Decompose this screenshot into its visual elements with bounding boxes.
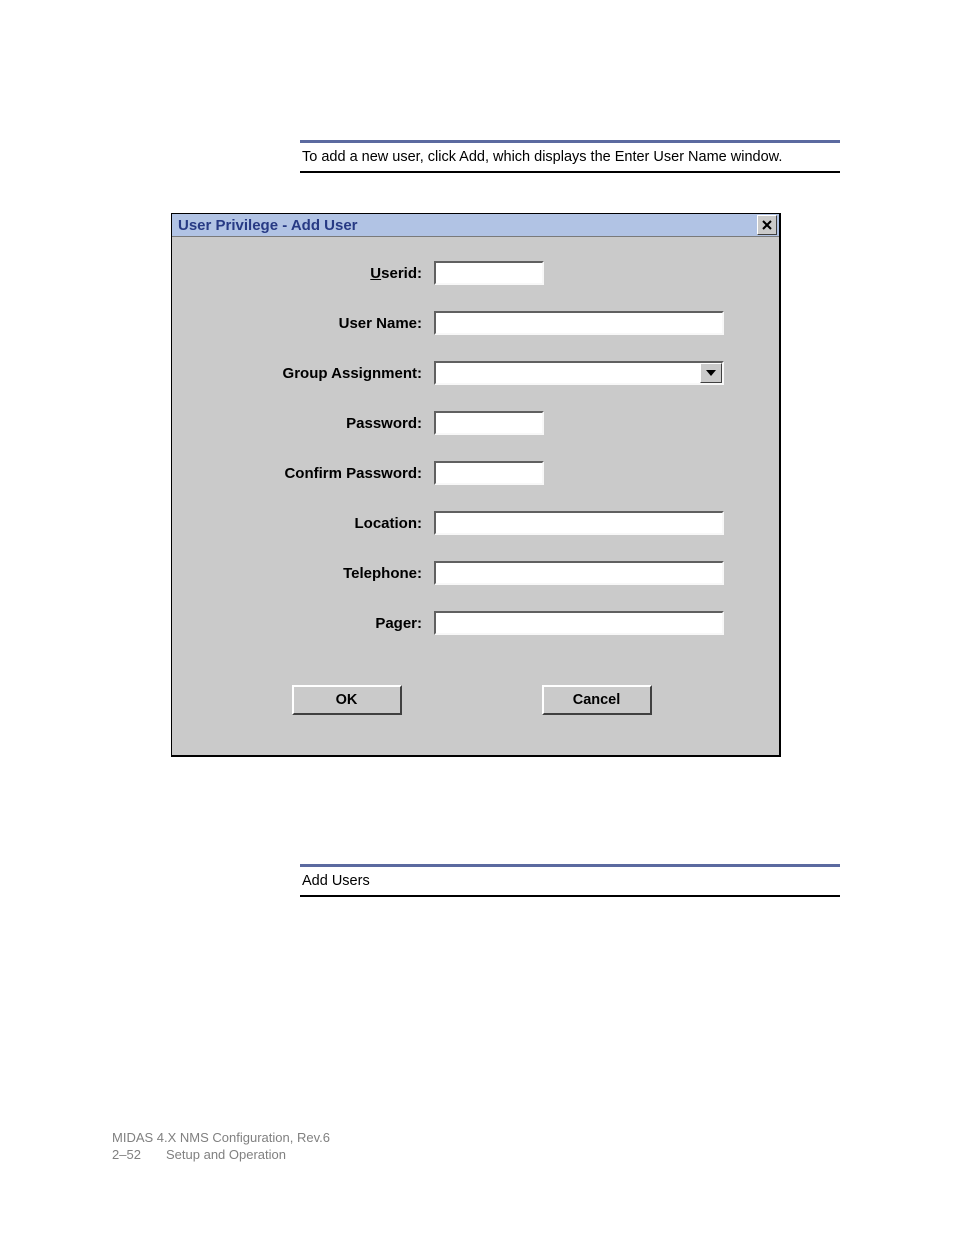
close-button[interactable] xyxy=(757,215,777,235)
form-area: Userid: User Name: Group Assignment: Pas… xyxy=(172,237,779,755)
userid-input[interactable] xyxy=(434,261,544,285)
row-pager: Pager: xyxy=(202,611,741,635)
label-telephone: Telephone: xyxy=(202,565,434,582)
row-confirm: Confirm Password: xyxy=(202,461,741,485)
label-password: Password: xyxy=(202,415,434,432)
row-telephone: Telephone: xyxy=(202,561,741,585)
pager-input[interactable] xyxy=(434,611,724,635)
group-combo[interactable] xyxy=(434,361,724,385)
add-user-dialog: User Privilege - Add User Userid: User N… xyxy=(171,213,781,757)
row-username: User Name: xyxy=(202,311,741,335)
group-input[interactable] xyxy=(436,363,700,383)
caption-bottom-text: Add Users xyxy=(302,873,370,889)
row-userid: Userid: xyxy=(202,261,741,285)
label-userid-mnemonic: U xyxy=(370,265,381,282)
titlebar: User Privilege - Add User xyxy=(172,214,779,237)
footer-page: 2–52 xyxy=(112,1147,166,1164)
row-password: Password: xyxy=(202,411,741,435)
label-location: Location: xyxy=(202,515,434,532)
button-row: OK Cancel xyxy=(202,685,741,715)
ok-button[interactable]: OK xyxy=(292,685,402,715)
label-userid-rest: serid: xyxy=(381,265,422,282)
cancel-label: Cancel xyxy=(573,692,621,708)
label-pager: Pager: xyxy=(202,615,434,632)
footer-section: Setup and Operation xyxy=(166,1147,286,1162)
cancel-button[interactable]: Cancel xyxy=(542,685,652,715)
caption-top-text: To add a new user, click Add, which disp… xyxy=(302,149,782,165)
row-location: Location: xyxy=(202,511,741,535)
telephone-input[interactable] xyxy=(434,561,724,585)
chevron-down-icon xyxy=(706,370,716,376)
ok-label: OK xyxy=(336,692,358,708)
label-username: User Name: xyxy=(202,315,434,332)
close-icon xyxy=(762,220,772,230)
page-footer: MIDAS 4.X NMS Configuration, Rev.6 2–52S… xyxy=(112,1130,330,1164)
caption-top: To add a new user, click Add, which disp… xyxy=(300,140,840,173)
username-input[interactable] xyxy=(434,311,724,335)
location-input[interactable] xyxy=(434,511,724,535)
confirm-password-input[interactable] xyxy=(434,461,544,485)
footer-line1: MIDAS 4.X NMS Configuration, Rev.6 xyxy=(112,1130,330,1145)
label-userid: Userid: xyxy=(202,265,434,282)
group-dropdown-button[interactable] xyxy=(700,363,722,383)
caption-bottom: Add Users xyxy=(300,864,840,897)
label-group: Group Assignment: xyxy=(202,365,434,382)
password-input[interactable] xyxy=(434,411,544,435)
dialog-title: User Privilege - Add User xyxy=(178,217,358,234)
row-group: Group Assignment: xyxy=(202,361,741,385)
label-confirm: Confirm Password: xyxy=(202,465,434,482)
